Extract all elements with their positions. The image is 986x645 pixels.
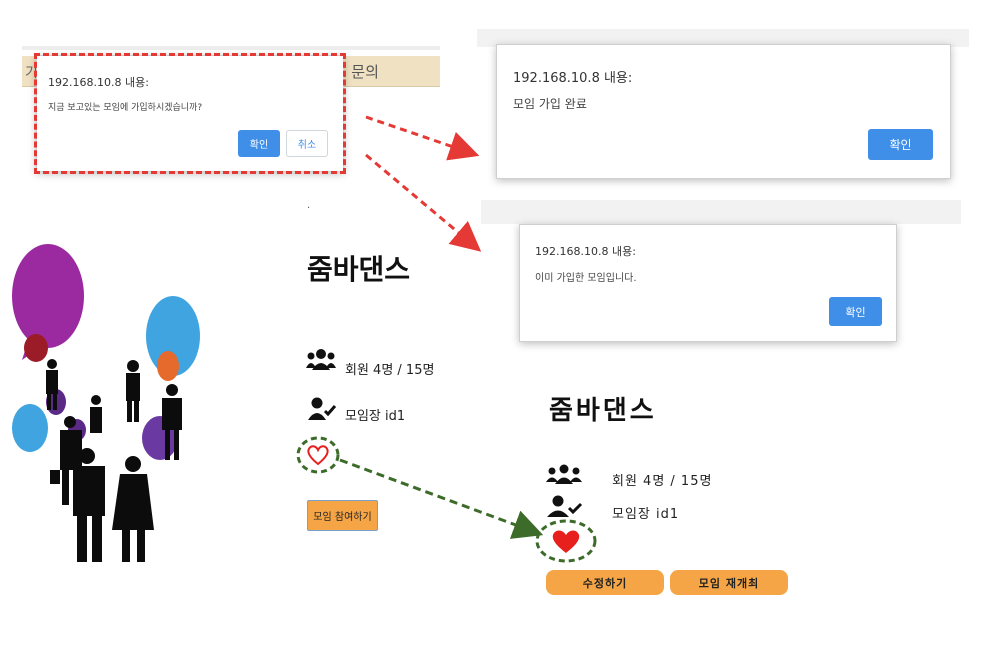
heart-filled-icon[interactable] (550, 528, 582, 554)
join-group-button[interactable]: 모임 참여하기 (307, 500, 378, 531)
red-arrow-to-joined (365, 115, 480, 161)
stray-dot: . (307, 200, 311, 211)
heart-outline-icon[interactable] (306, 444, 330, 466)
leader-name: 모임장 id1 (612, 507, 680, 522)
people-silhouette-illustration (12, 244, 200, 562)
group-title: 줌바댄스 (549, 396, 657, 426)
group-title: 줌바댄스 (307, 253, 411, 286)
member-count: 회원 4명 / 15명 (345, 363, 435, 378)
reopen-group-button[interactable]: 모임 재개최 (670, 570, 788, 595)
leader-icon (547, 495, 583, 517)
leader-name: 모임장 id1 (345, 409, 406, 424)
red-arrow-to-already (365, 153, 482, 252)
member-count: 회원 4명 / 15명 (612, 474, 713, 489)
group-icon (306, 349, 336, 370)
leader-icon (308, 397, 336, 420)
group-icon (546, 464, 582, 484)
edit-button[interactable]: 수정하기 (546, 570, 664, 595)
